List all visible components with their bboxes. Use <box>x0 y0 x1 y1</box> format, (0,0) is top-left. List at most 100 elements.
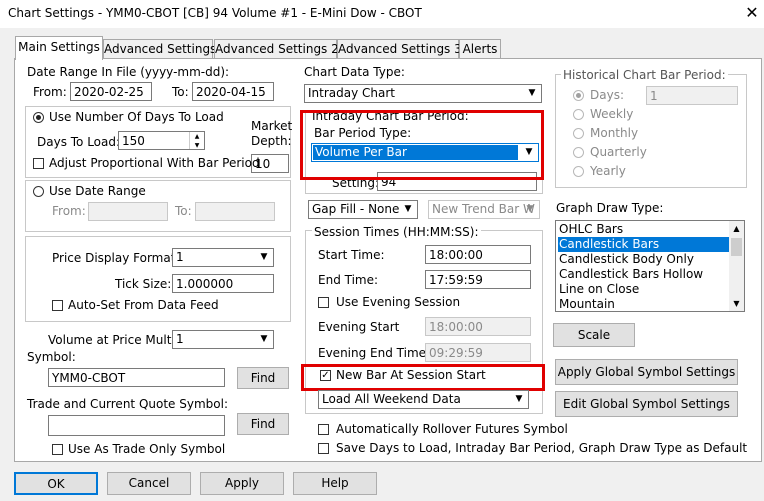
range-from-field[interactable] <box>88 202 168 221</box>
scrollbar-thumb[interactable] <box>731 238 742 256</box>
use-date-range-label: Use Date Range <box>49 184 146 198</box>
list-item[interactable]: Candlestick Bars <box>558 237 729 252</box>
symbol-field[interactable]: YMM0-CBOT <box>48 368 225 387</box>
historical-days-field[interactable]: 1 <box>646 86 738 105</box>
weekend-data-select[interactable]: Load All Weekend Data ▼ <box>318 390 529 409</box>
graph-draw-type-list[interactable]: OHLC Bars Candlestick Bars Candlestick B… <box>555 220 745 312</box>
range-from-label: From: <box>52 204 86 218</box>
days-to-load-field[interactable]: 150 ▲ ▼ <box>118 131 205 150</box>
session-heading: Session Times (HH:MM:SS): <box>312 225 481 239</box>
list-item[interactable]: Mountain <box>558 297 729 311</box>
tick-size-label: Tick Size: <box>115 277 172 291</box>
yearly-label: Yearly <box>590 164 626 178</box>
chevron-down-icon[interactable]: ▼ <box>729 296 744 311</box>
highlight-box-bar-period <box>300 110 544 180</box>
list-item[interactable]: Line on Close <box>558 282 729 297</box>
adjust-proportional-label: Adjust Proportional With Bar Period <box>49 156 260 170</box>
spin-up-icon[interactable]: ▲ <box>189 132 204 141</box>
days-to-load-value: 150 <box>122 134 145 148</box>
tab-main-settings[interactable]: Main Settings <box>15 36 103 60</box>
apply-button[interactable]: Apply <box>200 472 284 495</box>
start-time-label: Start Time: <box>318 248 385 262</box>
market-depth-label-2: Depth: <box>251 134 292 148</box>
quarterly-label: Quarterly <box>590 145 647 159</box>
date-range-heading: Date Range In File (yyyy-mm-dd): <box>27 65 230 79</box>
days-radio[interactable] <box>573 90 584 101</box>
list-item[interactable]: Candlestick Body Only <box>558 252 729 267</box>
save-days-default-checkbox[interactable] <box>318 443 329 454</box>
evening-end-label: Evening End Time: <box>318 346 431 360</box>
yearly-radio[interactable] <box>573 166 584 177</box>
date-from-field[interactable]: 2020-02-25 <box>70 82 152 101</box>
auto-rollover-label: Automatically Rollover Futures Symbol <box>336 422 568 436</box>
auto-set-label: Auto-Set From Data Feed <box>68 298 219 312</box>
trade-quote-field[interactable] <box>48 415 225 436</box>
use-trade-only-label: Use As Trade Only Symbol <box>68 442 226 456</box>
quarterly-radio[interactable] <box>573 147 584 158</box>
find-trade-quote-button[interactable]: Find <box>237 413 289 435</box>
auto-rollover-checkbox[interactable] <box>318 424 329 435</box>
list-item[interactable]: OHLC Bars <box>558 222 729 237</box>
weekend-data-value: Load All Weekend Data <box>322 392 461 406</box>
price-display-format-value: 1 <box>176 250 184 264</box>
trade-quote-label: Trade and Current Quote Symbol: <box>27 397 228 411</box>
cancel-button[interactable]: Cancel <box>107 472 191 495</box>
graph-draw-type-label: Graph Draw Type: <box>556 201 664 215</box>
to-label: To: <box>172 85 189 99</box>
end-time-label: End Time: <box>318 273 379 287</box>
tab-alerts[interactable]: Alerts <box>459 39 501 59</box>
evening-end-field[interactable]: 09:29:59 <box>425 343 531 362</box>
use-trade-only-checkbox[interactable] <box>52 444 63 455</box>
list-scrollbar[interactable]: ▲ ▼ <box>729 221 744 311</box>
price-display-format-select[interactable]: 1 ▼ <box>172 248 274 267</box>
help-button[interactable]: Help <box>293 472 377 495</box>
end-time-field[interactable]: 17:59:59 <box>425 270 531 289</box>
monthly-label: Monthly <box>590 126 639 140</box>
gap-fill-select[interactable]: Gap Fill - None ▼ <box>308 200 418 219</box>
evening-start-label: Evening Start <box>318 320 400 334</box>
use-evening-session-checkbox[interactable] <box>318 297 329 308</box>
weekly-radio[interactable] <box>573 109 584 120</box>
symbol-label: Symbol: <box>27 350 76 364</box>
list-item[interactable]: Candlestick Bars Hollow <box>558 267 729 282</box>
monthly-radio[interactable] <box>573 128 584 139</box>
use-number-of-days-label: Use Number Of Days To Load <box>49 110 224 124</box>
edit-global-symbol-settings-button[interactable]: Edit Global Symbol Settings <box>555 391 738 417</box>
days-radio-label: Days: <box>590 88 624 102</box>
chevron-up-icon[interactable]: ▲ <box>729 221 744 236</box>
chevron-down-icon: ▼ <box>260 334 268 344</box>
new-trend-bar-select[interactable]: New Trend Bar W ▼ <box>428 200 540 219</box>
historical-heading: Historical Chart Bar Period: <box>561 68 728 82</box>
volume-at-price-select[interactable]: 1 ▼ <box>172 330 274 349</box>
scale-button[interactable]: Scale <box>553 323 635 347</box>
find-symbol-button[interactable]: Find <box>237 367 289 389</box>
tab-advanced-settings-2[interactable]: Advanced Settings 2 <box>214 39 339 59</box>
range-to-field[interactable] <box>195 202 275 221</box>
chevron-down-icon: ▼ <box>515 394 523 404</box>
chevron-down-icon: ▼ <box>260 252 268 262</box>
ok-button[interactable]: OK <box>14 472 98 495</box>
close-icon[interactable]: ✕ <box>742 3 762 23</box>
use-date-range-radio[interactable] <box>33 186 44 197</box>
evening-start-field[interactable]: 18:00:00 <box>425 317 531 336</box>
days-to-load-label: Days To Load: <box>37 135 121 149</box>
auto-set-checkbox[interactable] <box>52 300 63 311</box>
volume-at-price-label: Volume at Price Mult.: <box>48 333 180 347</box>
tick-size-field[interactable]: 1.000000 <box>172 274 274 293</box>
volume-at-price-value: 1 <box>176 332 184 346</box>
chart-data-type-value: Intraday Chart <box>308 86 395 100</box>
spin-down-icon[interactable]: ▼ <box>189 141 204 149</box>
apply-global-symbol-settings-button[interactable]: Apply Global Symbol Settings <box>555 359 738 385</box>
chart-data-type-select[interactable]: Intraday Chart ▼ <box>304 84 542 103</box>
market-depth-label-1: Market <box>251 119 293 133</box>
tab-advanced-settings-3[interactable]: Advanced Settings 3 <box>337 39 462 59</box>
use-evening-session-label: Use Evening Session <box>336 295 461 309</box>
highlight-box-new-bar <box>301 364 545 391</box>
use-number-of-days-radio[interactable] <box>33 112 44 123</box>
adjust-proportional-checkbox[interactable] <box>33 158 44 169</box>
tab-advanced-settings[interactable]: Advanced Settings <box>103 39 216 59</box>
weekly-label: Weekly <box>590 107 634 121</box>
date-to-field[interactable]: 2020-04-15 <box>192 82 274 101</box>
start-time-field[interactable]: 18:00:00 <box>425 245 531 264</box>
save-days-default-label: Save Days to Load, Intraday Bar Period, … <box>336 441 748 455</box>
